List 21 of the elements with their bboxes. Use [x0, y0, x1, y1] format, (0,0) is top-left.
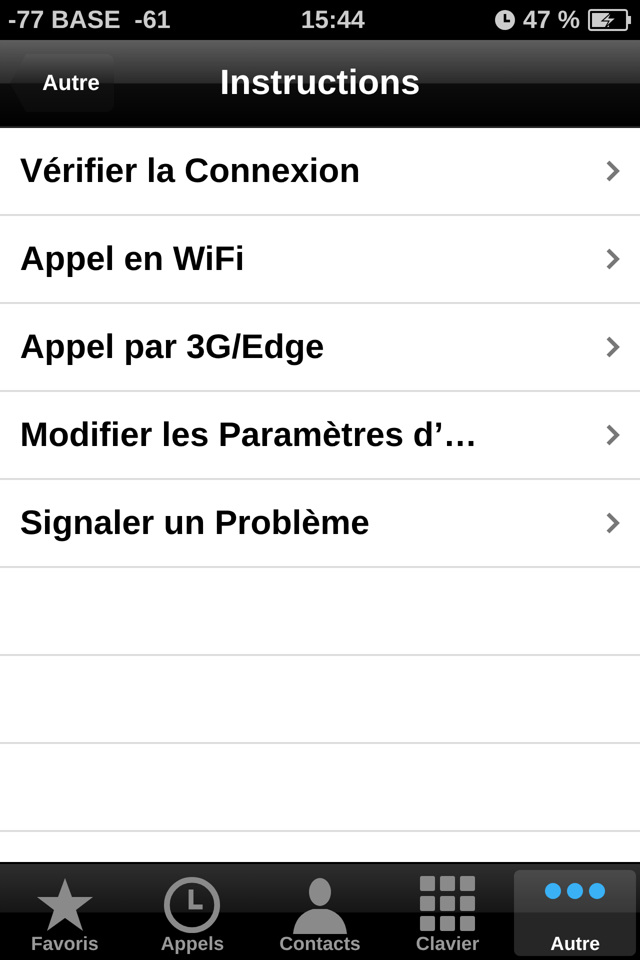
- carrier-text: -77 BASE -61: [8, 6, 171, 34]
- time-text: 15:44: [300, 6, 365, 34]
- battery-percent: 47 %: [523, 6, 580, 34]
- person-icon: [290, 876, 349, 934]
- tab[interactable]: Autre: [514, 870, 636, 956]
- chevron-icon: [606, 336, 620, 358]
- nav-title: Instructions: [220, 63, 420, 103]
- tab[interactable]: Contacts: [259, 870, 381, 956]
- star-icon: [34, 876, 95, 932]
- chevron-icon: [606, 160, 620, 182]
- battery-icon: [588, 9, 632, 31]
- tab[interactable]: Favoris: [4, 870, 126, 956]
- keypad-icon: [420, 876, 476, 932]
- back-button[interactable]: Autre: [10, 54, 114, 112]
- clock-icon: [495, 10, 516, 30]
- tab[interactable]: Appels: [132, 870, 254, 956]
- tab[interactable]: Clavier: [386, 870, 508, 956]
- clock-icon: [162, 876, 222, 934]
- chevron-icon: [606, 248, 620, 270]
- chevron-icon: [606, 424, 620, 446]
- chevron-icon: [606, 512, 620, 534]
